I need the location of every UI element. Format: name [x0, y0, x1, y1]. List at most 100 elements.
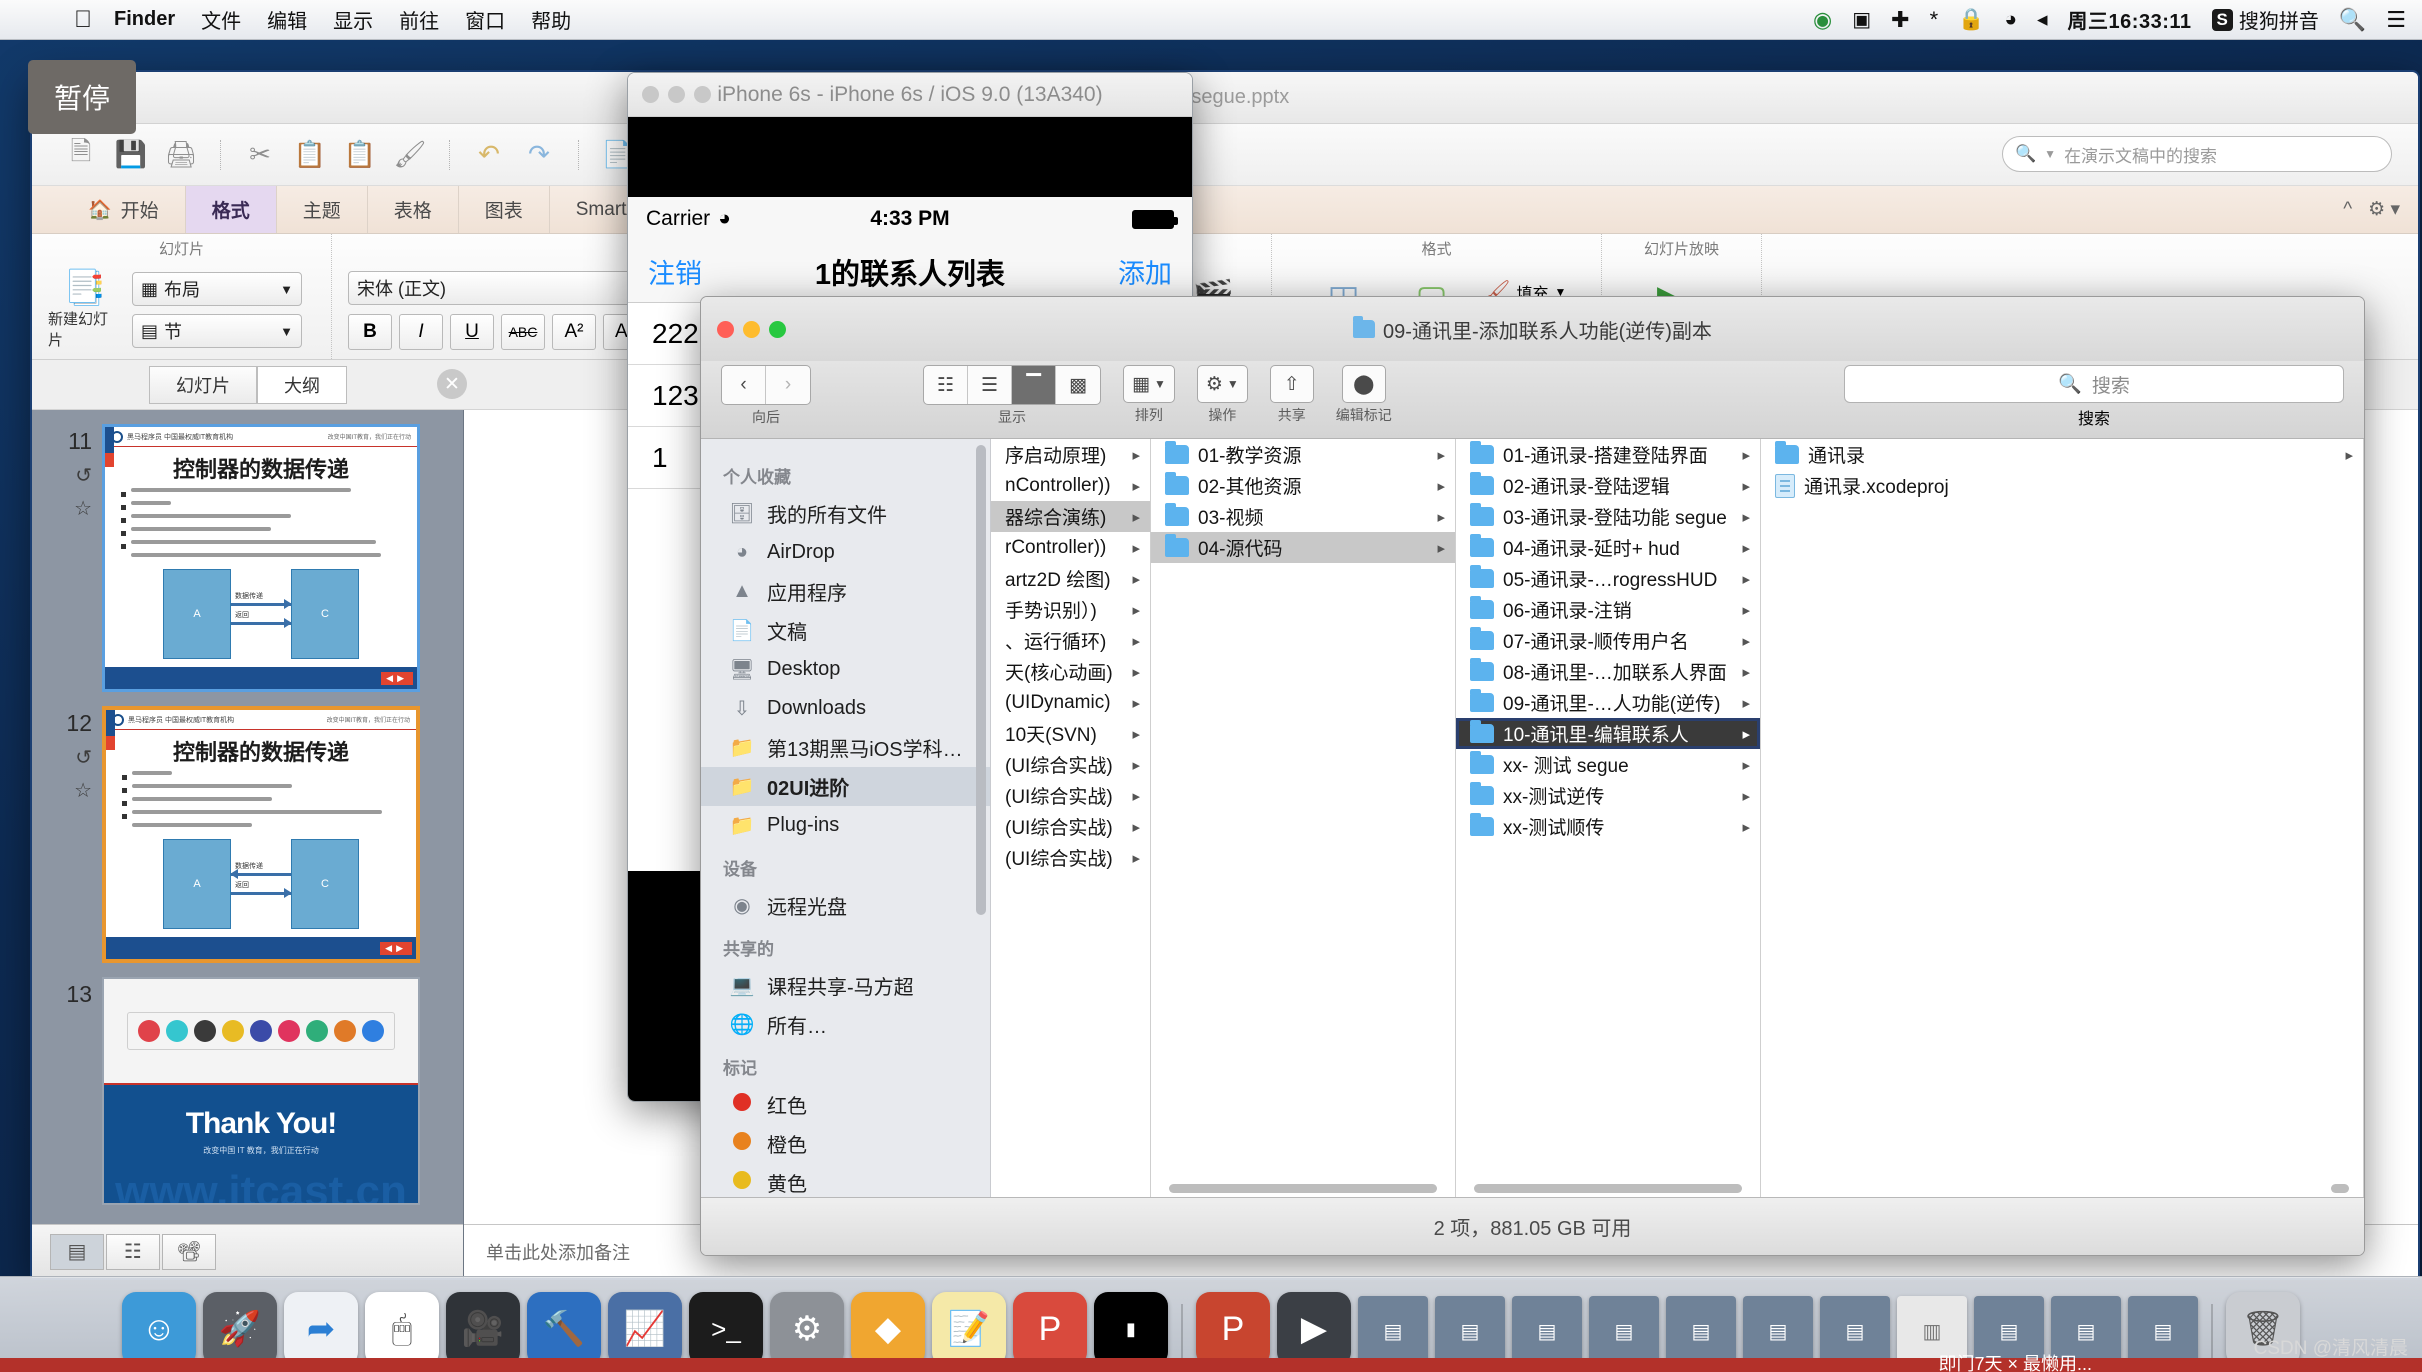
dock-quicktime-icon[interactable]: ▶ [1277, 1292, 1351, 1366]
column-view-icon[interactable]: ▔ [1012, 366, 1056, 404]
lock-icon[interactable]: 🔒 [1958, 8, 1984, 32]
column3-item-4[interactable]: 04-通讯录-延时+ hud ▸ [1456, 532, 1760, 563]
dock-finder-icon[interactable]: ☺ [122, 1292, 196, 1366]
superscript-button[interactable]: A² [552, 314, 596, 350]
dock-instruments-icon[interactable]: 📈 [608, 1292, 682, 1366]
dock-window-icon-7[interactable]: ▤ [1820, 1296, 1890, 1366]
column3-item-5[interactable]: 05-通讯录-…rogressHUD ▸ [1456, 563, 1760, 594]
column3-item-13[interactable]: xx-测试顺传 ▸ [1456, 811, 1760, 842]
chevron-down-icon[interactable]: ▼ [280, 282, 293, 297]
slide-thumbnail-13[interactable]: Thank You! 改变中国 IT 教育，我们正在行动 www.itcast.… [102, 977, 420, 1205]
column1-item-10[interactable]: 10天(SVN) ▸ [991, 718, 1150, 749]
finder-column-2[interactable]: 01-教学资源 ▸ 02-其他资源 ▸ 03-视频 ▸ 04-源代码 ▸ [1151, 439, 1456, 1197]
tag-group[interactable]: ⬤ 编辑标记 [1336, 365, 1392, 425]
screen-record-icon[interactable]: ◉ [1813, 7, 1832, 33]
chevron-down-icon-2[interactable]: ▼ [280, 324, 293, 339]
column2-item-1[interactable]: 01-教学资源 ▸ [1151, 439, 1455, 470]
column1-item-7[interactable]: 、运行循环) ▸ [991, 625, 1150, 656]
finder-search-group[interactable]: 🔍 搜索 搜索 [1844, 365, 2344, 429]
bold-button[interactable]: B [348, 314, 392, 350]
add-button[interactable]: 添加 [1118, 252, 1172, 291]
sidebar-item-desktop[interactable]: 🖥 Desktop [701, 650, 990, 689]
menu-item-edit[interactable]: 编辑 [267, 5, 307, 34]
icon-view-icon[interactable]: ☷ [924, 366, 968, 404]
list-view-icon[interactable]: ☰ [968, 366, 1012, 404]
dock-window-icon-10[interactable]: ▤ [2128, 1296, 2198, 1366]
dock-xcode-icon[interactable]: 🔨 [527, 1292, 601, 1366]
share-icon[interactable]: ⇧ [1269, 365, 1314, 403]
strikethrough-button[interactable]: ABC [501, 314, 545, 350]
finder-column-1[interactable]: 序启动原理) ▸ nController)) ▸ 器综合演练) ▸ rControll… [991, 439, 1151, 1197]
layout-button[interactable]: ▦ 布局 ▼ [132, 272, 302, 306]
simulator-window-controls[interactable] [642, 86, 711, 103]
tab-format[interactable]: 格式 [185, 186, 277, 233]
pause-overlay-badge[interactable]: 暂停 [28, 60, 136, 134]
input-method-indicator[interactable]: S 搜狗拼音 [2211, 5, 2319, 34]
tab-charts[interactable]: 图表 [459, 186, 550, 233]
sidebar-item-remote-disc[interactable]: ◉ 远程光盘 [701, 886, 990, 925]
transition-icon-11[interactable]: ↺ [75, 463, 92, 488]
menu-item-finder[interactable]: Finder [114, 8, 175, 31]
column1-item-4[interactable]: rController)) ▸ [991, 532, 1150, 563]
tab-tables[interactable]: 表格 [368, 186, 459, 233]
column3-horizontal-scrollbar[interactable] [1474, 1184, 1742, 1193]
dock-window-icon-4[interactable]: ▤ [1589, 1296, 1659, 1366]
transition-icon-12[interactable]: ↺ [75, 745, 92, 770]
back-forward-segment[interactable]: ‹ › [721, 365, 811, 405]
column1-item-3[interactable]: 器综合演练) ▸ [991, 501, 1150, 532]
dock-window-icon-1[interactable]: ▤ [1358, 1296, 1428, 1366]
column1-item-12[interactable]: (UI综合实战) ▸ [991, 780, 1150, 811]
sidebar-item-downloads[interactable]: ⇩ Downloads [701, 689, 990, 728]
section-button[interactable]: ▤ 节 ▼ [132, 314, 302, 348]
sidebar-item-airdrop[interactable]: ◕ AirDrop [701, 533, 990, 572]
paste-icon[interactable]: 📋 [339, 134, 381, 176]
minimize-button[interactable] [668, 86, 685, 103]
chevron-left-icon[interactable]: ‹ [722, 366, 766, 404]
share-group[interactable]: ⇧ 共享 [1269, 365, 1314, 425]
sidebar-item-02ui[interactable]: 📁 02UI进阶 [701, 767, 990, 806]
column4-item-2[interactable]: 通讯录.xcodeproj [1761, 470, 2363, 501]
column1-item-8[interactable]: 天(核心动画) ▸ [991, 656, 1150, 687]
column1-item-2[interactable]: nController)) ▸ [991, 470, 1150, 501]
view-segment[interactable]: ☷ ☰ ▔ ▩ [923, 365, 1101, 405]
column3-item-8[interactable]: 08-通讯里-…加联系人界面 ▸ [1456, 656, 1760, 687]
column1-item-5[interactable]: artz2D 绘图) ▸ [991, 563, 1150, 594]
column3-item-10-selected[interactable]: 10-通讯里-编辑联系人 ▸ [1456, 718, 1760, 749]
dock-keynote-icon[interactable]: P [1013, 1292, 1087, 1366]
dock-window-icon-2[interactable]: ▤ [1435, 1296, 1505, 1366]
maximize-button[interactable] [694, 86, 711, 103]
slide-thumbnail-pane[interactable]: 11 ↺ ☆ 黑马程序员 中国最权威IT教育机构 改变中国IT教育，我们正在行动… [32, 410, 464, 1278]
dock-safari-icon[interactable]: ➦ [284, 1292, 358, 1366]
finder-column-4[interactable]: 通讯录 ▸ 通讯录.xcodeproj [1761, 439, 2364, 1197]
finder-window[interactable]: 09-通讯里-添加联系人功能(逆传)副本 ‹ › 向后 ☷ ☰ ▔ ▩ 显示 ▦… [700, 296, 2365, 1256]
dock-launchpad-icon[interactable]: 🚀 [203, 1292, 277, 1366]
column2-item-3[interactable]: 03-视频 ▸ [1151, 501, 1455, 532]
video-icon[interactable]: ▣ [1852, 7, 1871, 32]
dock-sketch-icon[interactable]: ◆ [851, 1292, 925, 1366]
sidebar-item-plugins[interactable]: 📁 Plug-ins [701, 806, 990, 845]
dock-terminal-icon[interactable]: >_ [689, 1292, 763, 1366]
collapse-ribbon-icon[interactable]: ^ [2343, 199, 2352, 221]
coverflow-view-icon[interactable]: ▩ [1056, 366, 1100, 404]
volume-icon[interactable]: ◂ [2037, 7, 2048, 32]
print-icon[interactable]: 🖨 [160, 134, 202, 176]
finder-search-input[interactable]: 🔍 搜索 [1844, 365, 2344, 403]
logout-button[interactable]: 注销 [648, 252, 702, 291]
slide-thumbnail-12[interactable]: 黑马程序员 中国最权威IT教育机构 改变中国IT教育，我们正在行动 控制器的数据… [102, 706, 420, 963]
new-icon[interactable]: 🗎 [60, 134, 102, 176]
column3-item-11[interactable]: xx- 测试 segue ▸ [1456, 749, 1760, 780]
column1-item-13[interactable]: (UI综合实战) ▸ [991, 811, 1150, 842]
chevron-right-icon[interactable]: › [766, 366, 810, 404]
dock-mouse-app-icon[interactable]: 🖱 [365, 1292, 439, 1366]
thumbnail-row-13[interactable]: 13 Thank You! 改变中国 IT 教育，我们正在行动 www.itca… [32, 963, 463, 1205]
column1-item-11[interactable]: (UI综合实战) ▸ [991, 749, 1150, 780]
animation-icon-11[interactable]: ☆ [74, 496, 92, 521]
airplane-icon[interactable]: ✚ [1891, 7, 1909, 33]
menu-item-go[interactable]: 前往 [399, 5, 439, 34]
dock-window-icon-6[interactable]: ▤ [1743, 1296, 1813, 1366]
copy-icon[interactable]: 📋 [289, 134, 331, 176]
view-group[interactable]: ☷ ☰ ▔ ▩ 显示 [923, 365, 1101, 427]
column3-item-2[interactable]: 02-通讯录-登陆逻辑 ▸ [1456, 470, 1760, 501]
powerpoint-quick-access-toolbar[interactable]: 🗎 💾 🖨 ✂ 📋 📋 🖌 ↶ ↷ 📄 🗃 🔍 ▼ 在演示文稿中的搜索 [32, 124, 2418, 186]
menu-item-view[interactable]: 显示 [333, 5, 373, 34]
